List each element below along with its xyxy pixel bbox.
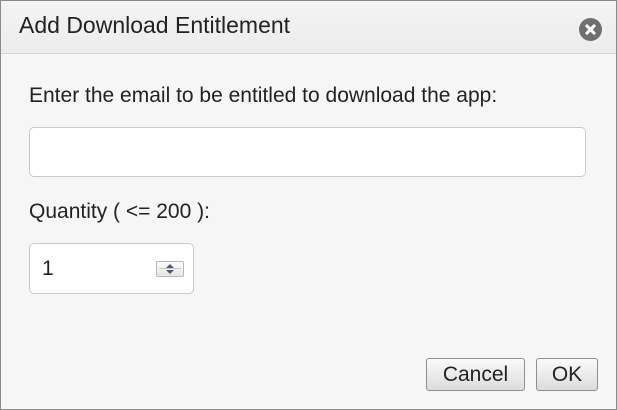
decrement-arrow-icon[interactable] bbox=[166, 270, 174, 274]
quantity-label: Quantity ( <= 200 ): bbox=[29, 200, 210, 223]
quantity-value[interactable]: 1 bbox=[42, 257, 54, 281]
ok-button[interactable]: OK bbox=[536, 358, 598, 391]
spinner-divider bbox=[159, 268, 181, 269]
add-download-entitlement-dialog: Add Download Entitlement Enter the email… bbox=[0, 0, 617, 410]
email-label: Enter the email to be entitled to downlo… bbox=[29, 84, 498, 107]
quantity-stepper[interactable]: 1 bbox=[29, 243, 194, 294]
close-icon[interactable] bbox=[579, 18, 602, 41]
email-input[interactable] bbox=[29, 127, 586, 177]
dialog-title: Add Download Entitlement bbox=[19, 12, 291, 38]
up-down-arrows-icon[interactable] bbox=[156, 261, 184, 277]
cancel-button[interactable]: Cancel bbox=[426, 358, 525, 391]
dialog-titlebar: Add Download Entitlement bbox=[1, 1, 616, 54]
